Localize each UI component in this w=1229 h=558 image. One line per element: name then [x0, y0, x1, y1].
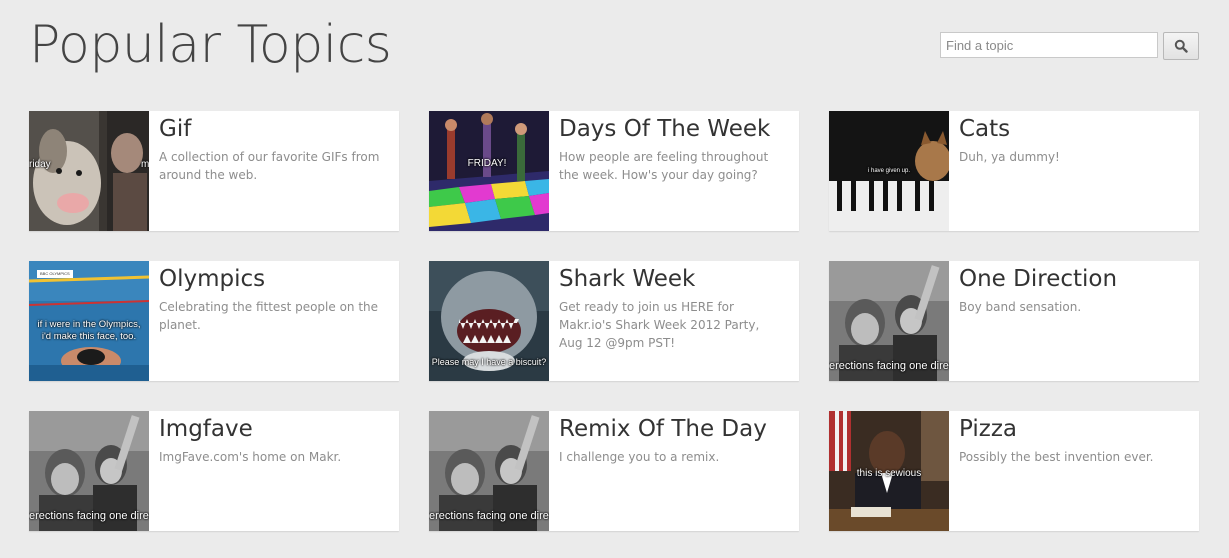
- topic-card-shark-week[interactable]: Please may I have a biscuit? Shark Week …: [429, 261, 799, 381]
- topic-title[interactable]: Gif: [159, 114, 191, 144]
- search-button[interactable]: [1163, 32, 1199, 60]
- page-title: Popular Topics: [29, 15, 392, 75]
- thumbnail-caption: riday: [29, 159, 51, 170]
- topic-thumbnail[interactable]: erections facing one direc: [429, 411, 549, 531]
- topic-card-days-of-the-week[interactable]: FRIDAY! Days Of The Week How people are …: [429, 111, 799, 231]
- topic-title[interactable]: One Direction: [959, 264, 1117, 294]
- topic-thumbnail[interactable]: erections facing one direc: [829, 261, 949, 381]
- topic-description: How people are feeling throughout the we…: [559, 150, 769, 182]
- topic-thumbnail[interactable]: FRIDAY!: [429, 111, 549, 231]
- thumbnail-caption: erections facing one direc: [29, 510, 149, 522]
- topic-title[interactable]: Remix Of The Day: [559, 414, 767, 444]
- topic-thumbnail[interactable]: i have given up.: [829, 111, 949, 231]
- topic-title[interactable]: Imgfave: [159, 414, 253, 444]
- topic-title[interactable]: Cats: [959, 114, 1010, 144]
- thumbnail-tag: BBC OLYMPICS: [37, 270, 73, 278]
- topic-title[interactable]: Shark Week: [559, 264, 695, 294]
- thumbnail-caption: erections facing one direc: [429, 510, 549, 522]
- thumbnail-caption: i have given up.: [867, 168, 911, 174]
- topic-description: Possibly the best invention ever.: [959, 450, 1154, 464]
- thumbnail-caption: i'd make this face, too.: [41, 331, 137, 342]
- thumbnail-caption: if i were in the Olympics,: [37, 319, 141, 330]
- topic-card-olympics[interactable]: BBC OLYMPICS if i were in the Olympics, …: [29, 261, 399, 381]
- topic-description: Duh, ya dummy!: [959, 150, 1060, 164]
- topic-card-cats[interactable]: i have given up. Cats Duh, ya dummy!: [829, 111, 1199, 231]
- topic-title[interactable]: Olympics: [159, 264, 265, 294]
- thumbnail-caption: m: [141, 159, 149, 170]
- topic-thumbnail[interactable]: erections facing one direc: [29, 411, 149, 531]
- topic-thumbnail[interactable]: this is sewious: [829, 411, 949, 531]
- topic-thumbnail[interactable]: riday m: [29, 111, 149, 231]
- topic-description: A collection of our favorite GIFs from a…: [159, 150, 380, 182]
- topic-description: ImgFave.com's home on Makr.: [159, 450, 342, 464]
- thumbnail-caption: FRIDAY!: [467, 158, 507, 169]
- search-icon: [1174, 39, 1188, 53]
- topic-description: I challenge you to a remix.: [559, 450, 720, 464]
- search-input[interactable]: [940, 32, 1158, 58]
- topic-thumbnail[interactable]: Please may I have a biscuit?: [429, 261, 549, 381]
- topic-title[interactable]: Pizza: [959, 414, 1017, 444]
- thumbnail-caption: erections facing one direc: [829, 360, 949, 372]
- topic-card-one-direction[interactable]: erections facing one direc One Direction…: [829, 261, 1199, 381]
- topic-card-remix-of-the-day[interactable]: erections facing one direc Remix Of The …: [429, 411, 799, 531]
- topic-description: Boy band sensation.: [959, 300, 1082, 314]
- topic-thumbnail[interactable]: BBC OLYMPICS if i were in the Olympics, …: [29, 261, 149, 381]
- topic-title[interactable]: Days Of The Week: [559, 114, 770, 144]
- thumbnail-caption: this is sewious: [856, 468, 922, 479]
- thumbnail-caption: Please may I have a biscuit?: [431, 357, 547, 367]
- topic-description: Get ready to join us HERE for Makr.io's …: [559, 300, 760, 350]
- topic-description: Celebrating the fittest people on the pl…: [159, 300, 379, 332]
- topic-card-pizza[interactable]: this is sewious Pizza Possibly the best …: [829, 411, 1199, 531]
- topic-card-gif[interactable]: riday m Gif A collection of our favorite…: [29, 111, 399, 231]
- topic-card-imgfave[interactable]: erections facing one direc Imgfave ImgFa…: [29, 411, 399, 531]
